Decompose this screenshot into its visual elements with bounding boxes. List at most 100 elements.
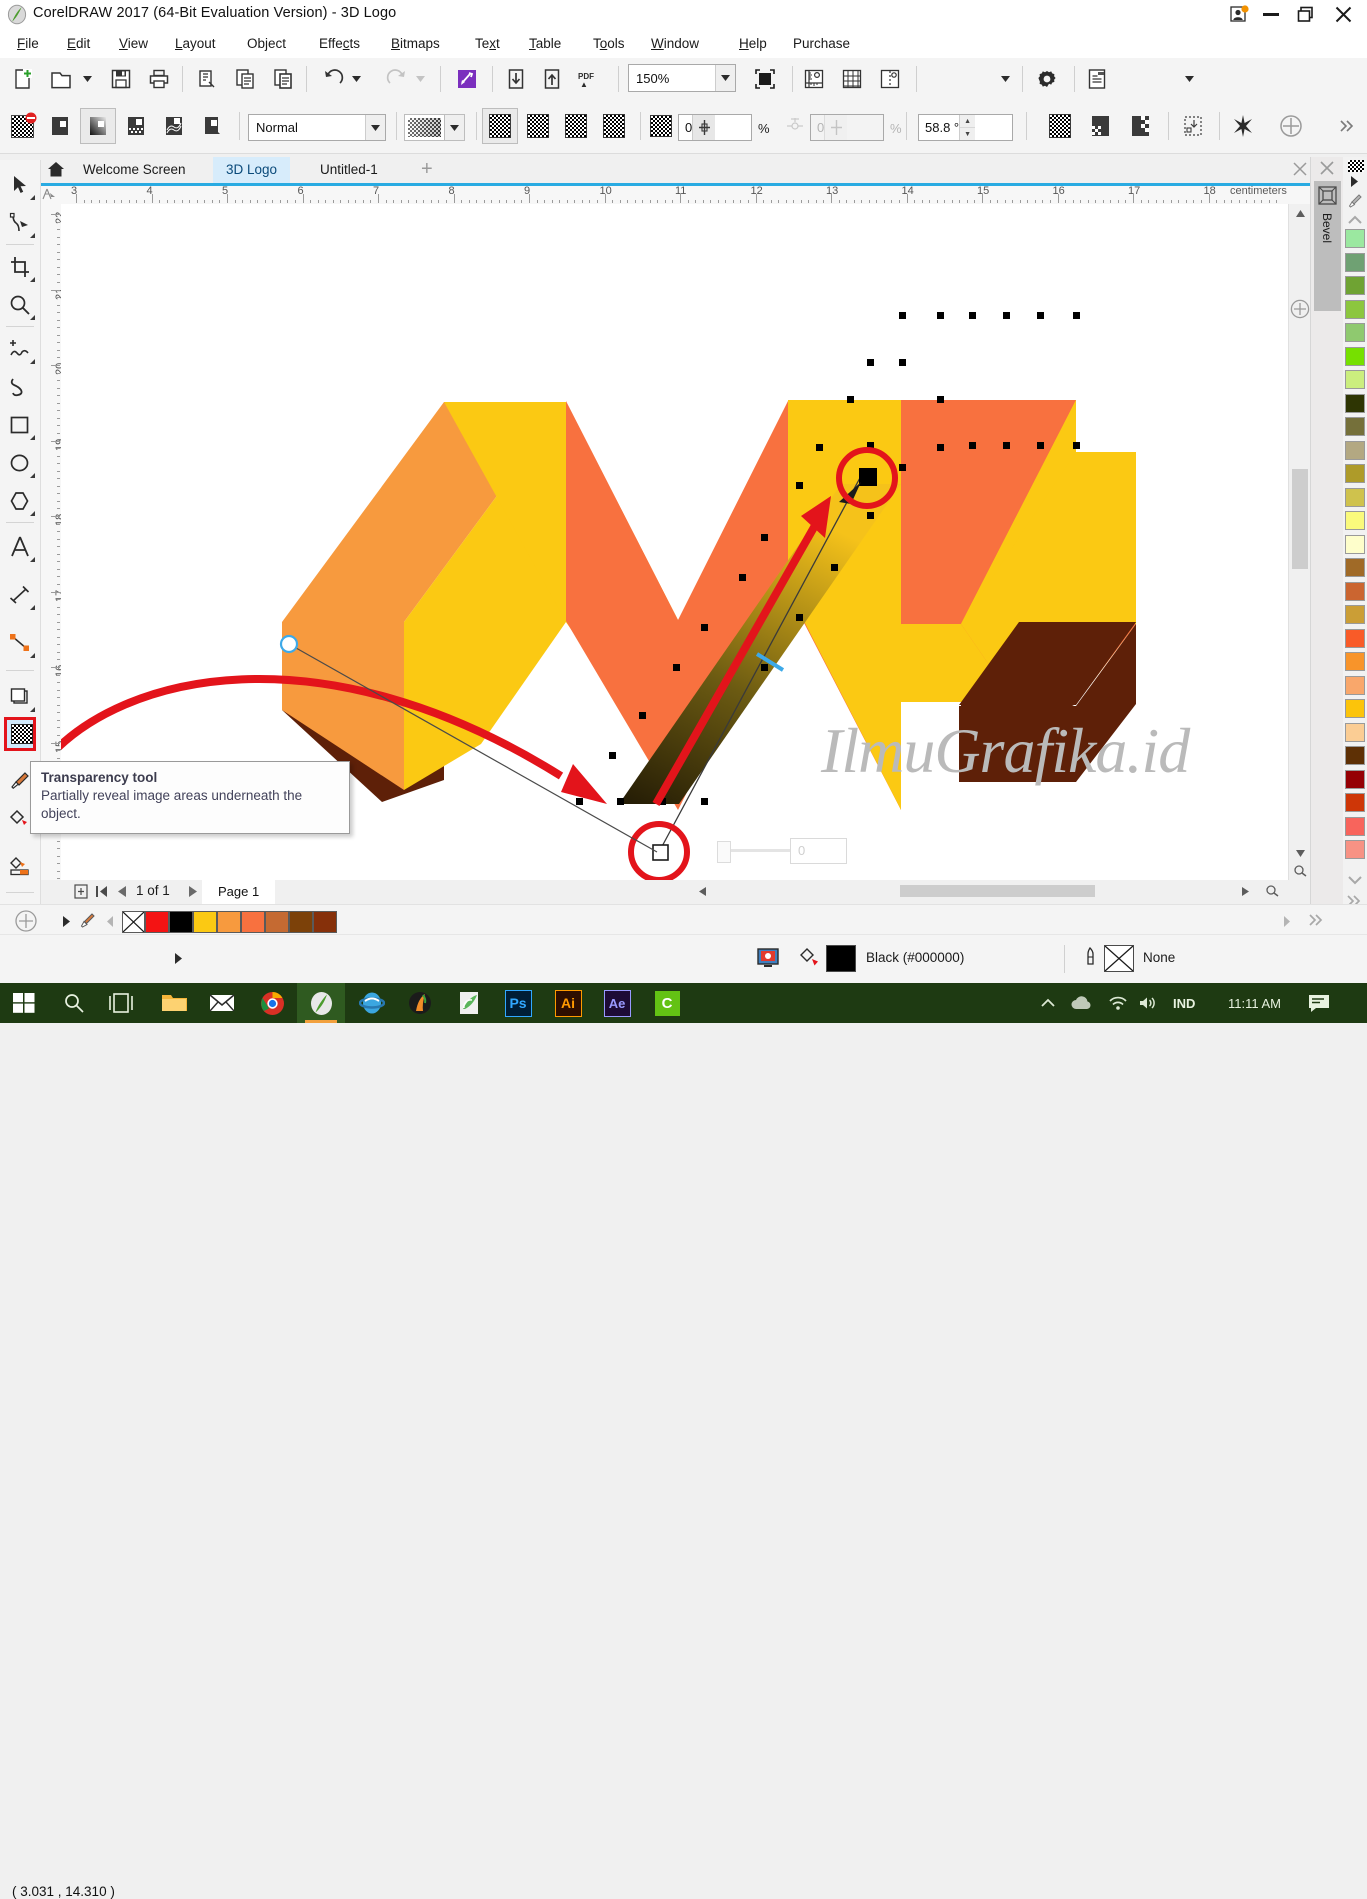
- palette-swatch[interactable]: [1345, 417, 1365, 436]
- launch-dropdown[interactable]: [1180, 62, 1198, 96]
- document-palette-swatch[interactable]: [289, 911, 313, 933]
- transparency-picker[interactable]: [404, 114, 445, 141]
- palette-eyedropper-icon-2[interactable]: [80, 912, 96, 931]
- next-page-icon[interactable]: [188, 884, 199, 902]
- print-icon[interactable]: [142, 62, 176, 96]
- crop-tool-flyout-icon[interactable]: [30, 277, 35, 282]
- text-tool[interactable]: [3, 530, 37, 564]
- shape-tool-flyout-icon[interactable]: [30, 233, 35, 238]
- restore-button[interactable]: [1285, 0, 1325, 29]
- palette-swatch[interactable]: [1345, 746, 1365, 765]
- taskbar-google-chrome[interactable]: [248, 983, 296, 1023]
- palette-swatch[interactable]: [1345, 488, 1365, 507]
- outline-no-color-swatch[interactable]: [1104, 945, 1134, 972]
- first-page-icon[interactable]: [95, 884, 108, 902]
- copy-icon[interactable]: [228, 62, 262, 96]
- taskbar-illustrator[interactable]: Ai: [544, 983, 592, 1023]
- docker-close-icon[interactable]: [1320, 161, 1334, 178]
- redo-icon[interactable]: [382, 62, 412, 96]
- freehand-tool-flyout-icon[interactable]: [30, 359, 35, 364]
- palette-swatch[interactable]: [1345, 370, 1365, 389]
- no-transparency-icon[interactable]: [5, 109, 39, 143]
- bitmap-pattern-transparency-icon[interactable]: [157, 109, 191, 143]
- add-page-before-icon[interactable]: [74, 884, 88, 902]
- palette-swatch[interactable]: [1345, 676, 1365, 695]
- palette-swatch[interactable]: [1345, 629, 1365, 648]
- rectangle-tool-flyout-icon[interactable]: [30, 435, 35, 440]
- taskbar-corel-capture[interactable]: C: [643, 983, 691, 1023]
- menu-file[interactable]: File: [6, 29, 50, 58]
- docker-add-icon[interactable]: [1290, 299, 1310, 322]
- copy-transparency-icon[interactable]: [1274, 109, 1308, 143]
- chevron-down-icon[interactable]: [365, 115, 385, 140]
- menu-purchase[interactable]: Purchase: [782, 29, 861, 58]
- palette-eyedropper-icon[interactable]: [1348, 193, 1363, 211]
- freeze-transparency-icon[interactable]: [1176, 109, 1210, 143]
- palette-chevron-up-icon[interactable]: [1348, 212, 1362, 227]
- ruler-origin-icon[interactable]: [42, 187, 56, 204]
- zoom-status-icon[interactable]: [1261, 882, 1283, 900]
- rotation-angle-spinner[interactable]: ▲▼: [959, 115, 975, 140]
- tab-welcome-screen[interactable]: Welcome Screen: [70, 157, 199, 183]
- show-rulers-icon[interactable]: [798, 62, 830, 96]
- palette-next-icon[interactable]: [1283, 915, 1291, 930]
- open-document-dropdown[interactable]: [78, 62, 96, 96]
- zoom-tool-flyout-icon[interactable]: [30, 315, 35, 320]
- apply-all-icon[interactable]: [1043, 109, 1077, 143]
- menu-help[interactable]: Help: [728, 29, 778, 58]
- blend-mode-combo[interactable]: Normal: [248, 114, 386, 141]
- document-palette-swatch[interactable]: [145, 911, 169, 933]
- palette-swatch[interactable]: [1345, 558, 1365, 577]
- docker-tab-bevel[interactable]: Bevel: [1314, 181, 1341, 311]
- menu-view[interactable]: View: [108, 29, 159, 58]
- palette-swatch[interactable]: [1345, 511, 1365, 530]
- pick-tool[interactable]: [3, 168, 37, 202]
- horizontal-ruler[interactable]: 3456789101112131415161718centimeters: [40, 183, 1327, 205]
- palette-swatch[interactable]: [1345, 652, 1365, 671]
- undo-icon[interactable]: [318, 62, 348, 96]
- palette-swatch[interactable]: [1345, 840, 1365, 859]
- ellipse-tool[interactable]: [3, 446, 37, 480]
- palette-swatch[interactable]: [1345, 582, 1365, 601]
- taskbar-search-icon[interactable]: [50, 983, 98, 1023]
- chevron-down-icon[interactable]: [715, 65, 735, 91]
- open-document-icon[interactable]: [44, 62, 78, 96]
- quick-customize-pl-icon[interactable]: [14, 909, 38, 936]
- fountain-transparency-icon[interactable]: [81, 109, 115, 143]
- menu-layout[interactable]: Layout: [164, 29, 227, 58]
- parallel-dimension-tool[interactable]: [3, 578, 37, 612]
- crop-tool[interactable]: [3, 250, 37, 284]
- rectangle-tool[interactable]: [3, 408, 37, 442]
- prev-page-icon[interactable]: [116, 884, 127, 902]
- two-color-pattern-transparency-icon[interactable]: [195, 109, 229, 143]
- slider-knob[interactable]: [717, 841, 731, 863]
- edit-transparency-icon[interactable]: [1226, 109, 1260, 143]
- outline-pen-icon[interactable]: [1084, 947, 1100, 972]
- scroll-right-icon[interactable]: [1237, 882, 1253, 900]
- color-proof-monitor-icon[interactable]: [756, 946, 780, 973]
- menu-text[interactable]: Text: [464, 29, 511, 58]
- cut-icon[interactable]: [190, 62, 224, 96]
- show-grid-icon[interactable]: [836, 62, 868, 96]
- feather-slider-handle[interactable]: [824, 115, 847, 140]
- import-icon[interactable]: [500, 62, 532, 96]
- transparency-tool[interactable]: [4, 717, 36, 751]
- transparency-amount-input[interactable]: 0: [678, 114, 752, 141]
- vector-pattern-transparency-icon[interactable]: [119, 109, 153, 143]
- document-palette-swatch[interactable]: [193, 911, 217, 933]
- document-palette-swatch[interactable]: [241, 911, 265, 933]
- palette-swatch[interactable]: [1345, 229, 1365, 248]
- scroll-left-icon[interactable]: [694, 882, 710, 900]
- palette-prev-icon[interactable]: [106, 915, 114, 930]
- rotation-angle-input[interactable]: 58.8 ° ▲▼: [918, 114, 1013, 141]
- zoom-level-combo[interactable]: 150%: [628, 64, 736, 92]
- uniform-transparency-icon[interactable]: [43, 109, 77, 143]
- document-palette-swatch[interactable]: [313, 911, 337, 933]
- freehand-tool[interactable]: [3, 332, 37, 366]
- tray-onedrive-cloud-icon[interactable]: [1070, 983, 1094, 1023]
- tray-clock[interactable]: 11:11 AM: [1228, 983, 1281, 1023]
- ellipse-tool-flyout-icon[interactable]: [30, 473, 35, 478]
- show-guidelines-icon[interactable]: [874, 62, 906, 96]
- text-tool-flyout-icon[interactable]: [30, 557, 35, 562]
- publish-to-web-icon[interactable]: [450, 62, 484, 96]
